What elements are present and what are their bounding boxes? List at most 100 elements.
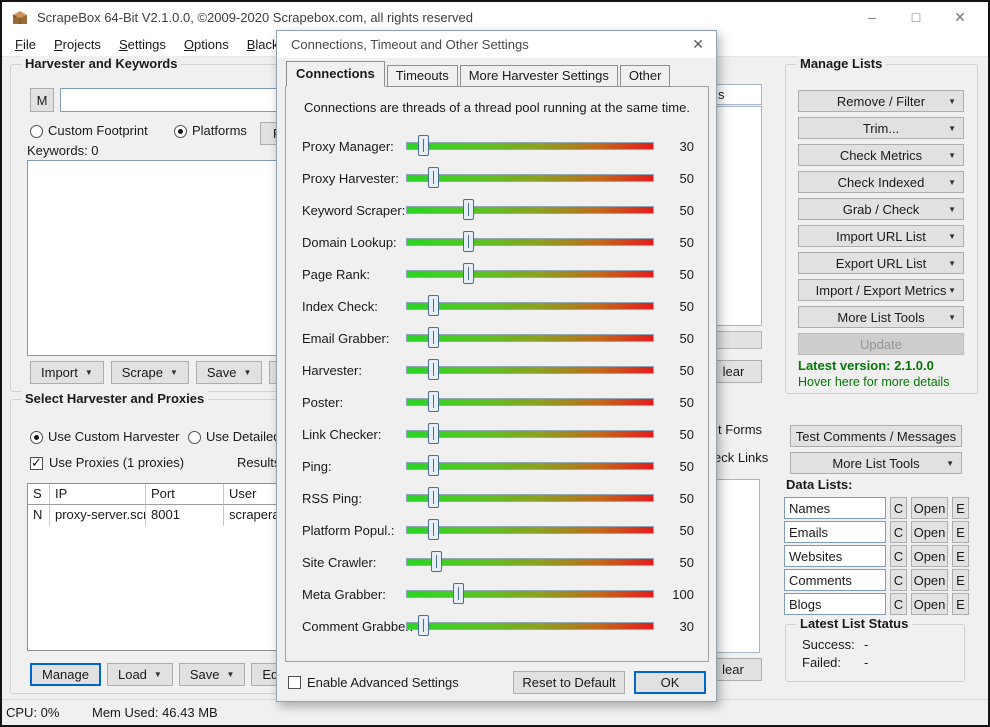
slider-thumb[interactable] [463,231,474,252]
column-header-ip[interactable]: IP [50,484,146,505]
remove-filter-button[interactable]: Remove / Filter▼ [798,90,964,112]
tab-connections[interactable]: Connections [286,61,385,87]
open-list-button[interactable]: Open [911,593,948,615]
maximize-icon[interactable]: □ [894,2,938,32]
enable-advanced-checkbox[interactable] [288,676,301,689]
slider-index-check[interactable] [406,295,654,317]
import-export-metrics-button[interactable]: Import / Export Metrics▼ [798,279,964,301]
test-comments-button[interactable]: Test Comments / Messages [790,425,962,447]
slider-track[interactable] [406,622,654,630]
clear-list-button[interactable]: C [890,593,907,615]
slider-track[interactable] [406,302,654,310]
slider-thumb[interactable] [428,487,439,508]
slider-thumb[interactable] [463,263,474,284]
menu-item-file[interactable]: File [6,33,45,56]
custom-footprint-radio[interactable] [30,125,43,138]
edit-list-button[interactable]: E [952,593,969,615]
column-header-port[interactable]: Port [146,484,224,505]
platforms-radio[interactable] [174,125,187,138]
menu-item-options[interactable]: Options [175,33,238,56]
close-icon[interactable]: ✕ [938,2,982,32]
slider-link-checker[interactable] [406,423,654,445]
import-button[interactable]: Import▼ [30,361,104,384]
clear-list-button[interactable]: C [890,497,907,519]
data-list-input-comments[interactable]: Comments [784,569,886,591]
check-metrics-button[interactable]: Check Metrics▼ [798,144,964,166]
slider-page-rank[interactable] [406,263,654,285]
grab-check-button[interactable]: Grab / Check▼ [798,198,964,220]
slider-email-grabber[interactable] [406,327,654,349]
import-url-list-button[interactable]: Import URL List▼ [798,225,964,247]
footprint-input[interactable] [60,88,282,112]
reset-to-default-button[interactable]: Reset to Default [513,671,625,694]
slider-track[interactable] [406,526,654,534]
open-list-button[interactable]: Open [911,545,948,567]
slider-track[interactable] [406,430,654,438]
trim-button[interactable]: Trim...▼ [798,117,964,139]
tab-more-harvester-settings[interactable]: More Harvester Settings [460,65,618,87]
slider-thumb[interactable] [463,199,474,220]
clear-list-button[interactable]: C [890,545,907,567]
slider-proxy-harvester[interactable] [406,167,654,189]
check-indexed-button[interactable]: Check Indexed▼ [798,171,964,193]
manage-button[interactable]: Manage [30,663,101,686]
slider-track[interactable] [406,398,654,406]
tab-other[interactable]: Other [620,65,671,87]
slider-thumb[interactable] [428,295,439,316]
slider-harvester[interactable] [406,359,654,381]
slider-rss-ping[interactable] [406,487,654,509]
column-header-s[interactable]: S [28,484,50,505]
data-list-input-websites[interactable]: Websites [784,545,886,567]
more-list-tools-dropdown[interactable]: More List Tools ▼ [790,452,962,474]
slider-track[interactable] [406,558,654,566]
clear-list-button[interactable]: C [890,521,907,543]
slider-meta-grabber[interactable] [406,583,654,605]
slider-keyword-scraper[interactable] [406,199,654,221]
slider-ping[interactable] [406,455,654,477]
slider-thumb[interactable] [418,135,429,156]
use-custom-harvester-radio[interactable] [30,431,43,444]
menu-item-settings[interactable]: Settings [110,33,175,56]
slider-thumb[interactable] [428,455,439,476]
open-list-button[interactable]: Open [911,569,948,591]
slider-track[interactable] [406,270,654,278]
export-url-list-button[interactable]: Export URL List▼ [798,252,964,274]
slider-track[interactable] [406,142,654,150]
data-list-input-names[interactable]: Names [784,497,886,519]
edit-list-button[interactable]: E [952,569,969,591]
ok-button[interactable]: OK [634,671,706,694]
edit-list-button[interactable]: E [952,521,969,543]
slider-thumb[interactable] [431,551,442,572]
slider-thumb[interactable] [428,391,439,412]
slider-track[interactable] [406,494,654,502]
save-button[interactable]: Save▼ [196,361,263,384]
column-header-user[interactable]: User [224,484,281,505]
hover-details-label[interactable]: Hover here for more details [798,375,949,389]
edit-list-button[interactable]: E [952,497,969,519]
slider-thumb[interactable] [428,327,439,348]
slider-thumb[interactable] [428,423,439,444]
minimize-icon[interactable]: – [850,2,894,32]
open-list-button[interactable]: Open [911,521,948,543]
save-button[interactable]: Save▼ [179,663,246,686]
slider-thumb[interactable] [428,359,439,380]
table-row[interactable]: Nproxy-server.scr8001scrapera [28,505,281,526]
slider-track[interactable] [406,462,654,470]
slider-track[interactable] [406,174,654,182]
slider-thumb[interactable] [418,615,429,636]
slider-thumb[interactable] [428,167,439,188]
proxies-table[interactable]: SIPPortUserNproxy-server.scr8001scrapera [27,483,282,651]
more-list-tools-button[interactable]: More List Tools▼ [798,306,964,328]
tab-timeouts[interactable]: Timeouts [387,65,458,87]
slider-track[interactable] [406,366,654,374]
m-button[interactable]: M [30,88,54,112]
menu-item-projects[interactable]: Projects [45,33,110,56]
scrape-button[interactable]: Scrape▼ [111,361,189,384]
slider-domain-lookup[interactable] [406,231,654,253]
slider-thumb[interactable] [453,583,464,604]
slider-track[interactable] [406,590,654,598]
dialog-close-icon[interactable]: ✕ [692,36,704,53]
slider-comment-grabber[interactable] [406,615,654,637]
data-list-input-emails[interactable]: Emails [784,521,886,543]
load-button[interactable]: Load▼ [107,663,173,686]
